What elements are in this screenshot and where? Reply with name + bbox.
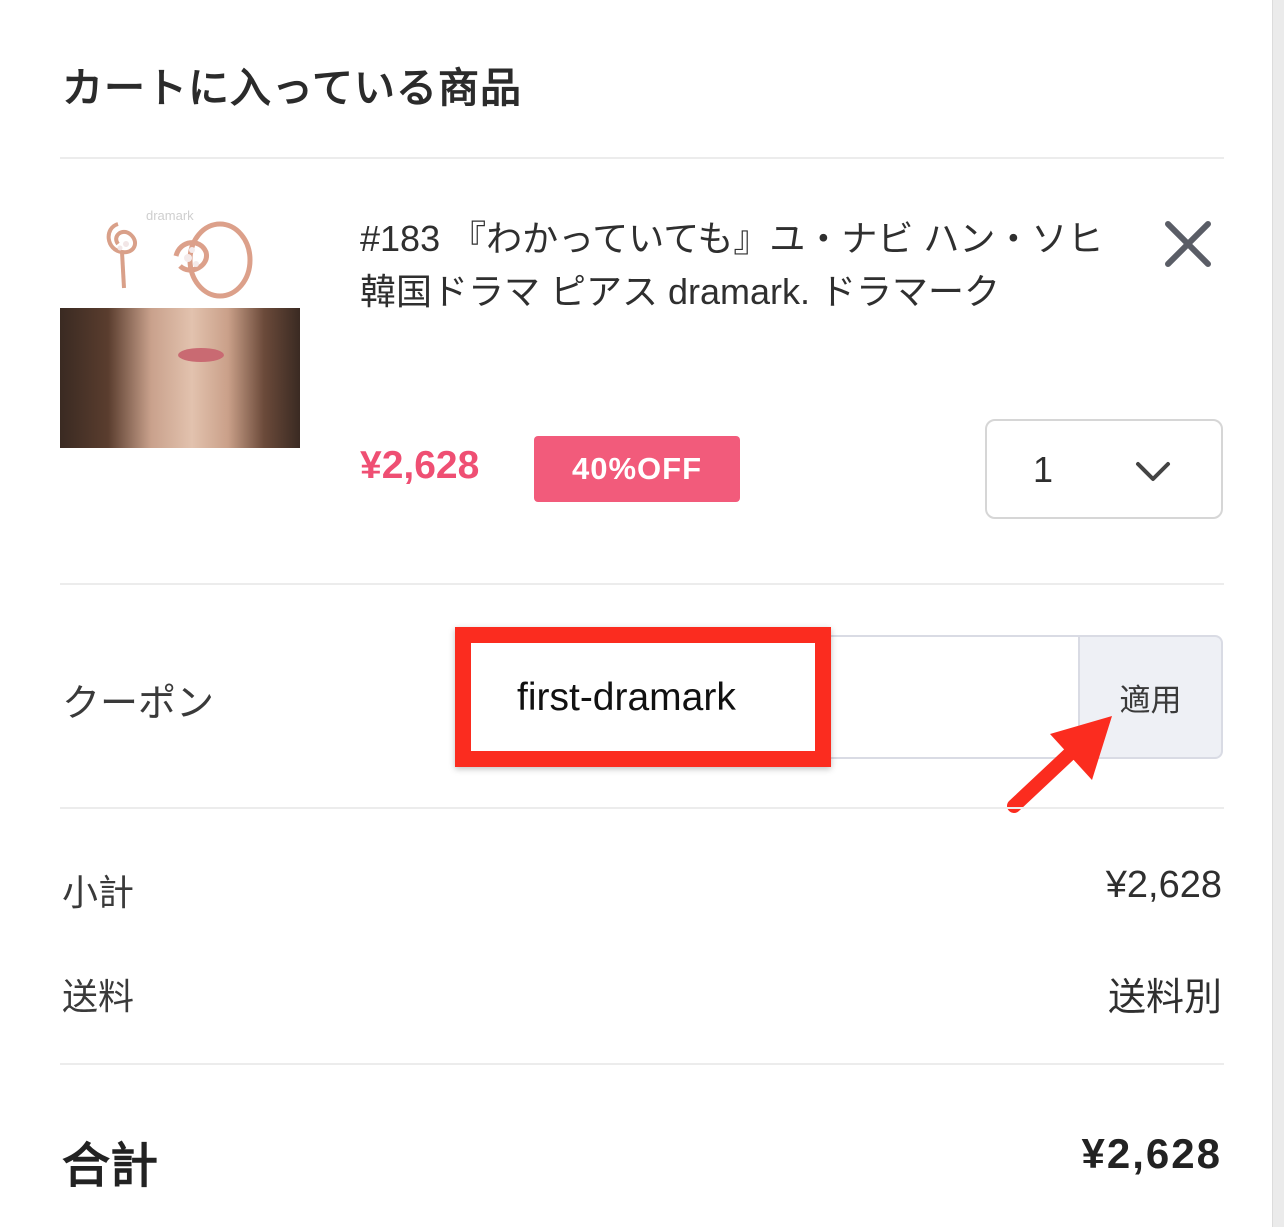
model-photo [60, 308, 300, 448]
close-icon [1165, 221, 1211, 267]
shipping-value: 送料別 [1107, 977, 1222, 1019]
quantity-value: 1 [1033, 449, 1054, 490]
coupon-label: クーポン [62, 681, 215, 725]
subtotal-label: 小計 [62, 873, 135, 914]
divider [60, 1063, 1224, 1065]
chevron-down-icon [1136, 462, 1170, 481]
coupon-input[interactable] [517, 673, 1057, 723]
total-label: 合計 [62, 1138, 159, 1194]
cart-page: カートに入っている商品 dramark #183 『わかっていても』ユ・ナビ ハ… [0, 0, 1284, 1227]
earrings-photo: dramark [60, 198, 300, 308]
apply-coupon-button[interactable]: 適用 [1078, 635, 1223, 759]
lips [178, 348, 224, 362]
divider [60, 157, 1224, 159]
divider [60, 583, 1224, 585]
product-name[interactable]: #183 『わかっていても』ユ・ナビ ハン・ソヒ 韓国ドラマ ピアス drama… [360, 212, 1140, 318]
image-watermark: dramark [146, 208, 194, 223]
product-image[interactable]: dramark [60, 198, 300, 448]
shipping-label: 送料 [62, 977, 135, 1018]
subtotal-value: ¥2,628 [1105, 864, 1222, 906]
total-value: ¥2,628 [1081, 1130, 1222, 1177]
scrollbar[interactable] [1272, 0, 1284, 1227]
divider [60, 807, 1224, 809]
coupon-input-container [463, 635, 1079, 759]
remove-item-button[interactable] [1158, 214, 1218, 274]
quantity-select[interactable]: 1 [985, 419, 1223, 519]
cart-title: カートに入っている商品 [62, 64, 522, 112]
discount-badge: 40%OFF [534, 436, 740, 502]
item-price: ¥2,628 [360, 444, 480, 487]
